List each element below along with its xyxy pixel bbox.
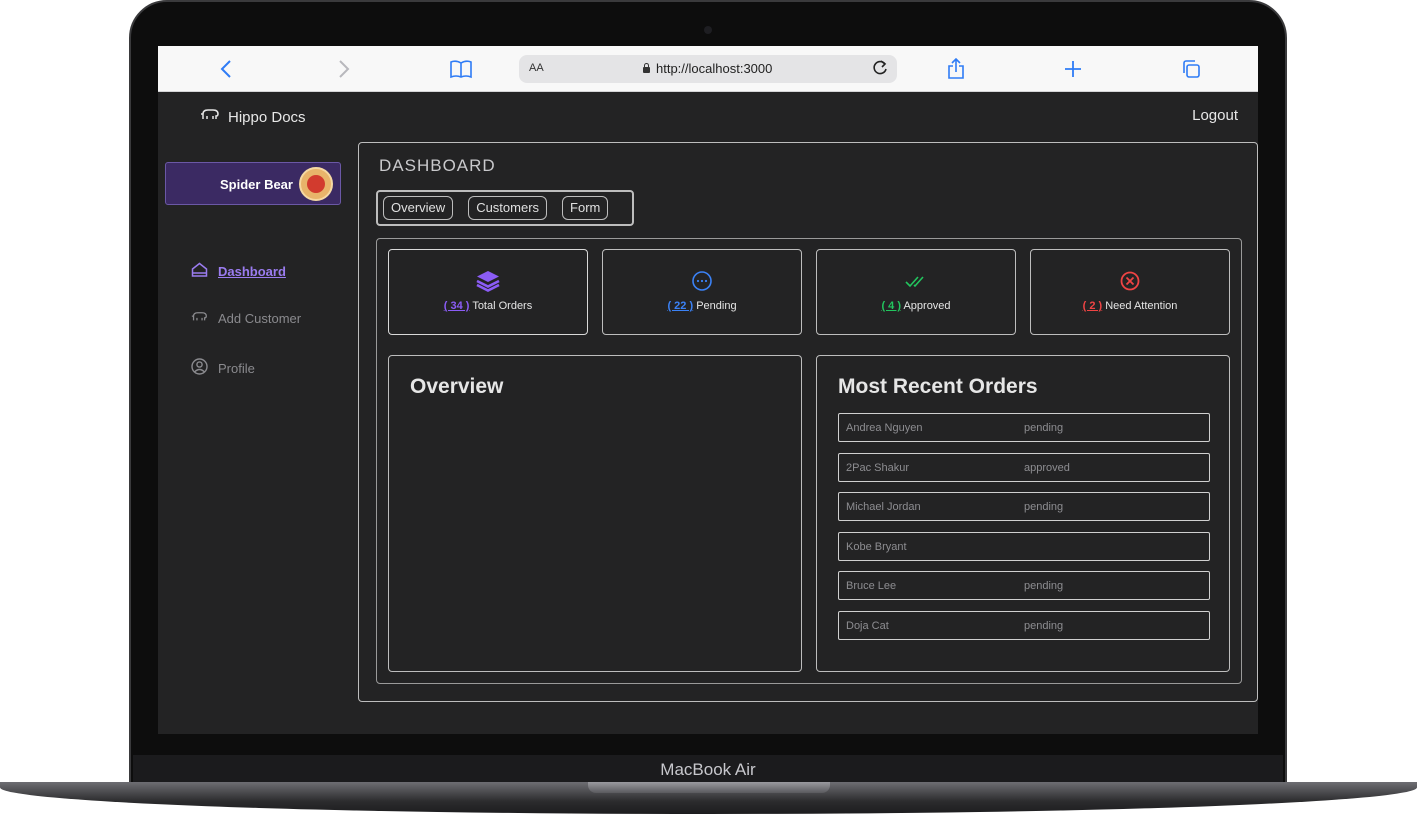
order-name: Michael Jordan xyxy=(846,501,921,513)
recent-orders-title: Most Recent Orders xyxy=(838,375,1038,398)
text-size-button[interactable]: AA xyxy=(529,62,544,74)
overview-card: Overview xyxy=(388,355,802,672)
sidebar-item-label: Profile xyxy=(218,360,255,376)
main-content: DASHBOARD Overview Customers Form ( 34 )… xyxy=(358,142,1258,702)
dots-circle-icon xyxy=(603,270,801,292)
tabs-overview-icon[interactable] xyxy=(1180,56,1202,82)
address-bar[interactable]: AA http://localhost:3000 xyxy=(519,55,897,83)
order-name: Doja Cat xyxy=(846,619,889,632)
hippo-icon xyxy=(200,107,220,127)
home-icon xyxy=(191,262,208,280)
stat-text: Total Orders xyxy=(472,300,533,312)
lock-icon xyxy=(643,63,650,73)
stat-card-total-orders[interactable]: ( 34 ) Total Orders xyxy=(388,249,588,335)
tab-overview[interactable]: Overview xyxy=(383,196,454,220)
sidebar-item-label: Dashboard xyxy=(218,263,286,279)
stat-card-need-attention[interactable]: ( 2 ) Need Attention xyxy=(1030,249,1230,335)
order-status: pending xyxy=(1024,422,1064,434)
sidebar-item-dashboard[interactable]: Dashboard xyxy=(191,262,286,280)
double-check-icon xyxy=(817,270,1015,292)
tab-customers[interactable]: Customers xyxy=(468,196,548,220)
order-status: approved xyxy=(1024,461,1070,474)
list-item[interactable]: Bruce Lee pending xyxy=(838,571,1210,600)
order-name: Bruce Lee xyxy=(846,580,897,592)
new-tab-icon[interactable] xyxy=(1063,56,1083,82)
bookmarks-icon[interactable] xyxy=(448,56,474,82)
stat-card-approved[interactable]: ( 4 ) Approved xyxy=(816,249,1016,335)
order-status: pending xyxy=(1024,619,1064,632)
stat-text: Need Attention xyxy=(1105,300,1178,312)
hippo-icon xyxy=(191,310,208,327)
stat-count: ( 34 ) xyxy=(443,300,470,312)
camera xyxy=(704,26,712,34)
laptop-hinge-notch xyxy=(588,782,830,793)
screen: AA http://localhost:3000 Hippo Docs Logo… xyxy=(158,46,1258,734)
order-status: pending xyxy=(1024,580,1064,592)
stat-label: ( 2 ) Need Attention xyxy=(1031,300,1229,312)
laptop-mockup: AA http://localhost:3000 Hippo Docs Logo… xyxy=(0,0,1417,814)
user-name: Spider Bear xyxy=(220,177,293,192)
order-status: pending xyxy=(1024,501,1064,513)
share-icon[interactable] xyxy=(946,56,966,82)
brand[interactable]: Hippo Docs xyxy=(200,107,306,127)
overview-title: Overview xyxy=(410,375,504,398)
user-card[interactable]: Spider Bear xyxy=(165,162,341,205)
browser-toolbar: AA http://localhost:3000 xyxy=(158,46,1258,92)
sidebar: Spider Bear Dashboard Add Customer Profi… xyxy=(158,141,356,734)
recent-orders-card: Most Recent Orders Andrea Nguyen pending … xyxy=(816,355,1230,672)
stat-text: Pending xyxy=(696,300,737,312)
list-item[interactable]: Doja Cat pending xyxy=(838,610,1210,640)
top-navbar: Hippo Docs Logout xyxy=(158,93,1258,141)
list-item[interactable]: 2Pac Shakur approved xyxy=(838,452,1210,482)
device-label: MacBook Air xyxy=(133,755,1283,785)
orders-list: Andrea Nguyen pending 2Pac Shakur approved… xyxy=(838,413,1210,650)
page-title: DASHBOARD xyxy=(379,156,496,175)
order-name: Andrea Nguyen xyxy=(846,422,923,434)
list-item[interactable]: Andrea Nguyen pending xyxy=(838,413,1210,442)
url-text: http://localhost:3000 xyxy=(643,61,772,76)
stat-label: ( 34 ) Total Orders xyxy=(389,300,587,312)
avatar xyxy=(299,167,333,201)
order-name: 2Pac Shakur xyxy=(846,461,909,474)
list-item[interactable]: Michael Jordan pending xyxy=(838,492,1210,521)
stat-label: ( 4 ) Approved xyxy=(817,300,1015,312)
tab-form[interactable]: Form xyxy=(562,196,609,220)
forward-icon[interactable] xyxy=(334,56,354,82)
stat-count: ( 4 ) xyxy=(881,300,901,312)
stat-card-pending[interactable]: ( 22 ) Pending xyxy=(602,249,802,335)
sidebar-item-profile[interactable]: Profile xyxy=(191,358,255,378)
sidebar-item-add-customer[interactable]: Add Customer xyxy=(191,310,301,327)
stat-count: ( 22 ) xyxy=(667,300,694,312)
layers-icon xyxy=(389,270,587,292)
stat-count: ( 2 ) xyxy=(1082,300,1103,312)
order-name: Kobe Bryant xyxy=(846,540,907,553)
back-icon[interactable] xyxy=(216,56,236,82)
reload-icon[interactable] xyxy=(871,58,889,81)
x-circle-icon xyxy=(1031,270,1229,292)
list-item[interactable]: Kobe Bryant xyxy=(838,531,1210,561)
url-value: http://localhost:3000 xyxy=(656,61,773,76)
tab-bar: Overview Customers Form xyxy=(376,190,634,226)
stat-text: Approved xyxy=(903,300,951,312)
user-circle-icon xyxy=(191,358,208,378)
sidebar-item-label: Add Customer xyxy=(218,311,302,326)
stat-label: ( 22 ) Pending xyxy=(603,300,801,312)
logout-button[interactable]: Logout xyxy=(1192,107,1238,124)
dashboard-panel: ( 34 ) Total Orders ( 22 ) Pending ( 4 )… xyxy=(376,238,1242,684)
brand-name: Hippo Docs xyxy=(228,108,306,126)
